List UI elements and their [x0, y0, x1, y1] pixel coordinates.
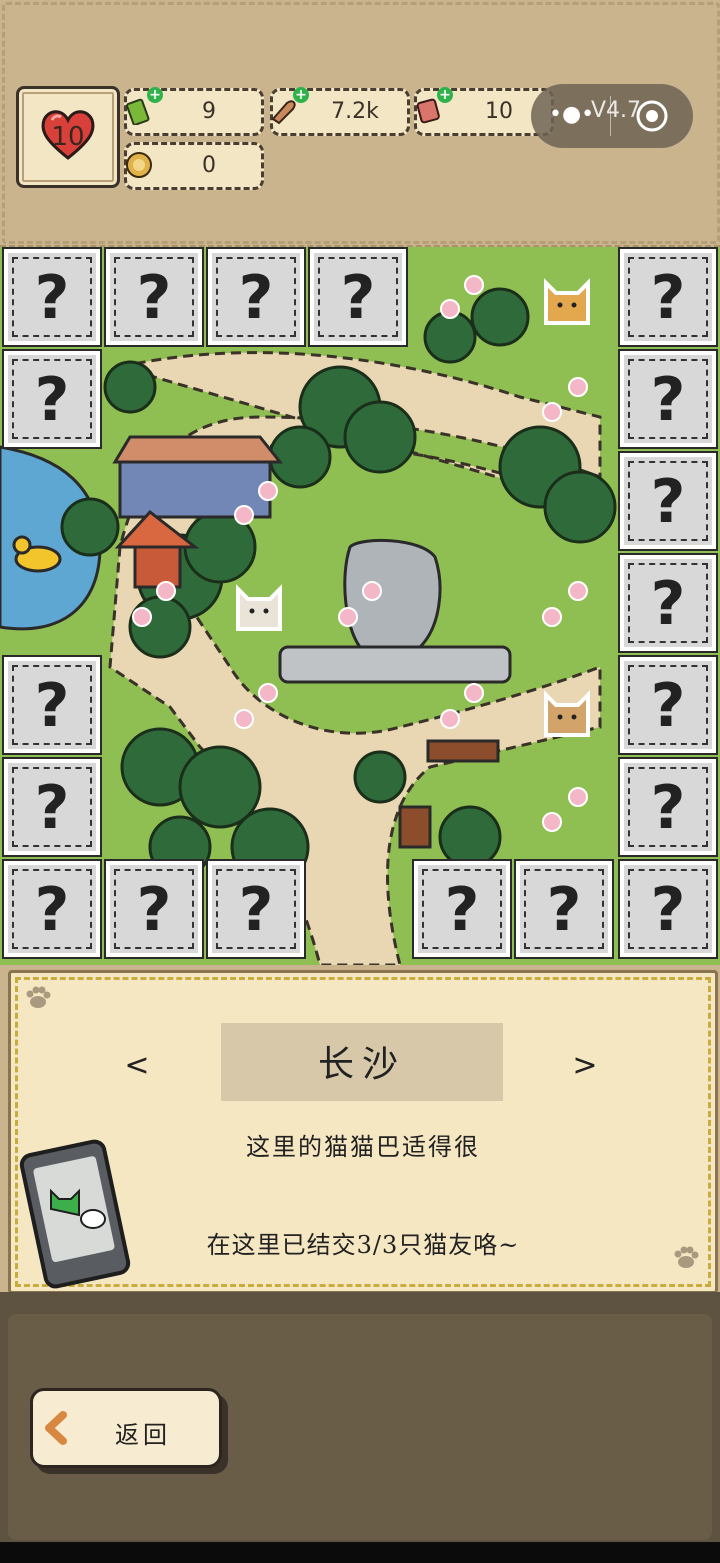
- paw-icon: [26, 986, 51, 1008]
- back-label: 返回: [115, 1421, 171, 1449]
- locked-tile[interactable]: ?: [2, 757, 102, 857]
- locked-tile[interactable]: ?: [104, 247, 204, 347]
- chevron-left-icon: [45, 1411, 67, 1445]
- ticket-value: 9: [202, 99, 216, 124]
- locked-tile[interactable]: ?: [412, 859, 512, 959]
- miniprogram-capsule[interactable]: •●• V4.7: [531, 84, 693, 148]
- city-name: 长沙: [317, 1044, 406, 1085]
- city-map[interactable]: ? ? ? ? ? ? ? ? ? ? ? ? ? ? ? ? ? ? ?: [0, 247, 720, 965]
- locked-tile[interactable]: ?: [2, 247, 102, 347]
- coin-icon: [126, 152, 152, 178]
- hearts-value: 10: [51, 122, 85, 152]
- tan-cat-icon[interactable]: [540, 685, 594, 739]
- version-label: V4.7: [591, 98, 642, 123]
- locked-tile[interactable]: ?: [618, 859, 718, 959]
- locked-tile[interactable]: ?: [618, 655, 718, 755]
- locked-tile[interactable]: ?: [2, 349, 102, 449]
- locked-tile[interactable]: ?: [618, 451, 718, 551]
- close-target-icon[interactable]: [635, 99, 669, 133]
- locked-tile[interactable]: ?: [206, 247, 306, 347]
- system-nav-bar: [0, 1542, 720, 1563]
- map-scenery: [0, 275, 617, 965]
- hearts-counter[interactable]: 10: [16, 86, 120, 188]
- white-cat-icon[interactable]: [232, 579, 286, 633]
- locked-tile[interactable]: ?: [308, 247, 408, 347]
- locked-tile[interactable]: ?: [2, 859, 102, 959]
- ticket-counter[interactable]: + 9: [124, 87, 264, 136]
- locked-tile[interactable]: ?: [618, 349, 718, 449]
- locked-tile[interactable]: ?: [104, 859, 204, 959]
- locked-tile[interactable]: ?: [618, 757, 718, 857]
- next-city-button[interactable]: >: [565, 1048, 605, 1083]
- locked-tile[interactable]: ?: [2, 655, 102, 755]
- coin-counter[interactable]: 0: [124, 142, 264, 190]
- back-button[interactable]: 返回: [30, 1388, 222, 1468]
- orange-cat-icon[interactable]: [540, 273, 594, 327]
- locked-tile[interactable]: ?: [618, 247, 718, 347]
- capsule-divider: [610, 96, 611, 136]
- phone-icon[interactable]: [19, 1139, 139, 1289]
- city-info-panel: < 长沙 > 这里的猫猫巴适得很 在这里已结交3/3只猫友咯~: [8, 970, 718, 1294]
- locked-tile[interactable]: ?: [514, 859, 614, 959]
- coin-value: 0: [202, 153, 216, 178]
- locked-tile[interactable]: ?: [618, 553, 718, 653]
- locked-tile[interactable]: ?: [206, 859, 306, 959]
- fish-value: 7.2k: [331, 99, 379, 124]
- prev-city-button[interactable]: <: [117, 1048, 157, 1083]
- fish-counter[interactable]: + 7.2k: [270, 87, 410, 136]
- more-dots-icon[interactable]: •●•: [549, 102, 594, 127]
